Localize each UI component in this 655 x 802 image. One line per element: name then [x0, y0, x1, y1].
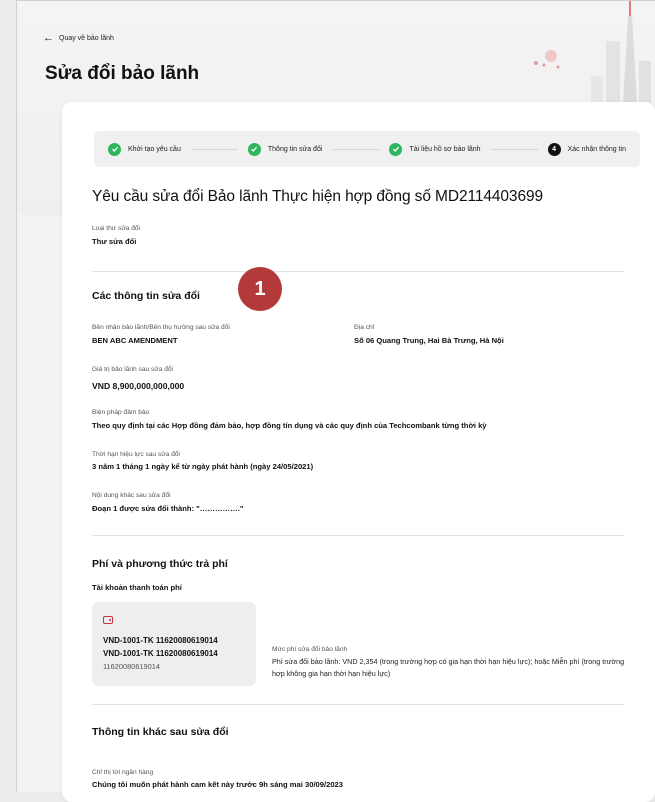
- account-line-1: VND-1001-TK 11620080619014: [103, 636, 218, 645]
- step-label: Xác nhận thông tin: [567, 145, 626, 153]
- wallet-icon: [103, 616, 113, 624]
- check-icon: [389, 142, 403, 156]
- step-2: Thông tin sửa đổi: [247, 142, 323, 156]
- divider: [92, 704, 624, 705]
- validity-value: 3 năm 1 tháng 1 ngày kể từ ngày phát hàn…: [92, 462, 314, 471]
- step-3: Tài liệu hồ sơ bảo lãnh: [389, 142, 481, 156]
- security-value: Theo quy định tại các Hợp đồng đảm bảo, …: [92, 421, 487, 430]
- step-1: Khởi tạo yêu cầu: [108, 142, 181, 156]
- step-number: 4: [547, 142, 561, 156]
- fee-section-title: Phí và phương thức trả phí: [92, 558, 228, 570]
- amount-label: Giá trị bảo lãnh sau sửa đổi: [92, 366, 174, 373]
- back-link-label: Quay về bảo lãnh: [59, 34, 114, 42]
- app-frame: ← Quay về bảo lãnh Sửa đổi bảo lãnh Khởi…: [16, 0, 655, 802]
- fee-account-card[interactable]: VND-1001-TK 11620080619014 VND-1001-TK 1…: [92, 602, 256, 686]
- address-value: Số 06 Quang Trung, Hai Bà Trưng, Hà Nội: [354, 336, 504, 345]
- letter-type-label: Loại thư sửa đổi: [92, 225, 141, 232]
- divider: [92, 271, 624, 272]
- step-label: Khởi tạo yêu cầu: [128, 145, 181, 153]
- instruction-value: Chúng tôi muốn phát hành cam kết này trư…: [92, 780, 344, 789]
- other-section-title: Thông tin khác sau sửa đổi: [92, 726, 229, 738]
- step-label: Thông tin sửa đổi: [267, 145, 323, 153]
- account-number: 11620080619014: [103, 662, 160, 671]
- arrow-left-icon: ←: [43, 32, 54, 44]
- fee-label: Mức phí sửa đổi bảo lãnh: [272, 646, 348, 653]
- instruction-label: Chỉ thị tới ngân hàng: [92, 769, 154, 776]
- progress-stepper: Khởi tạo yêu cầu Thông tin sửa đổi Tài l…: [94, 131, 640, 167]
- step-label: Tài liệu hồ sơ bảo lãnh: [409, 145, 481, 153]
- step-connector: [490, 148, 538, 150]
- address-label: Địa chỉ: [354, 324, 375, 331]
- fee-account-heading: Tài khoản thanh toán phí: [92, 583, 182, 592]
- amount-value: VND 8,900,000,000,000: [92, 381, 185, 391]
- annotation-badge: 1: [238, 267, 282, 311]
- other-content-value: Đoạn 1 được sửa đổi thành: "…………….": [92, 504, 244, 513]
- other-content-label: Nội dung khác sau sửa đổi: [92, 492, 171, 499]
- divider: [92, 535, 624, 536]
- check-icon: [108, 142, 121, 156]
- check-icon: [247, 142, 261, 156]
- request-title: Yêu cầu sửa đổi Bảo lãnh Thực hiện hợp đ…: [92, 188, 544, 205]
- letter-type-value: Thư sửa đổi: [92, 237, 137, 246]
- content-card: Khởi tạo yêu cầu Thông tin sửa đổi Tài l…: [62, 102, 655, 802]
- step-connector: [332, 148, 380, 150]
- fee-text: Phí sửa đổi bảo lãnh: VND 2,354 (trong t…: [272, 657, 625, 678]
- back-link[interactable]: ← Quay về bảo lãnh: [43, 32, 114, 44]
- validity-label: Thời hạn hiệu lực sau sửa đổi: [92, 451, 180, 458]
- amend-section-title: Các thông tin sửa đổi: [92, 290, 200, 302]
- step-4: 4 Xác nhận thông tin: [547, 142, 626, 156]
- step-connector: [190, 148, 238, 150]
- security-label: Biện pháp đảm bảo: [92, 409, 150, 416]
- beneficiary-value: BEN ABC AMENDMENT: [92, 336, 178, 345]
- account-line-2: VND-1001-TK 11620080619014: [103, 649, 218, 658]
- page-title: Sửa đổi bảo lãnh: [45, 63, 200, 84]
- beneficiary-label: Bên nhận bảo lãnh/Bên thụ hưởng sau sửa …: [92, 324, 230, 331]
